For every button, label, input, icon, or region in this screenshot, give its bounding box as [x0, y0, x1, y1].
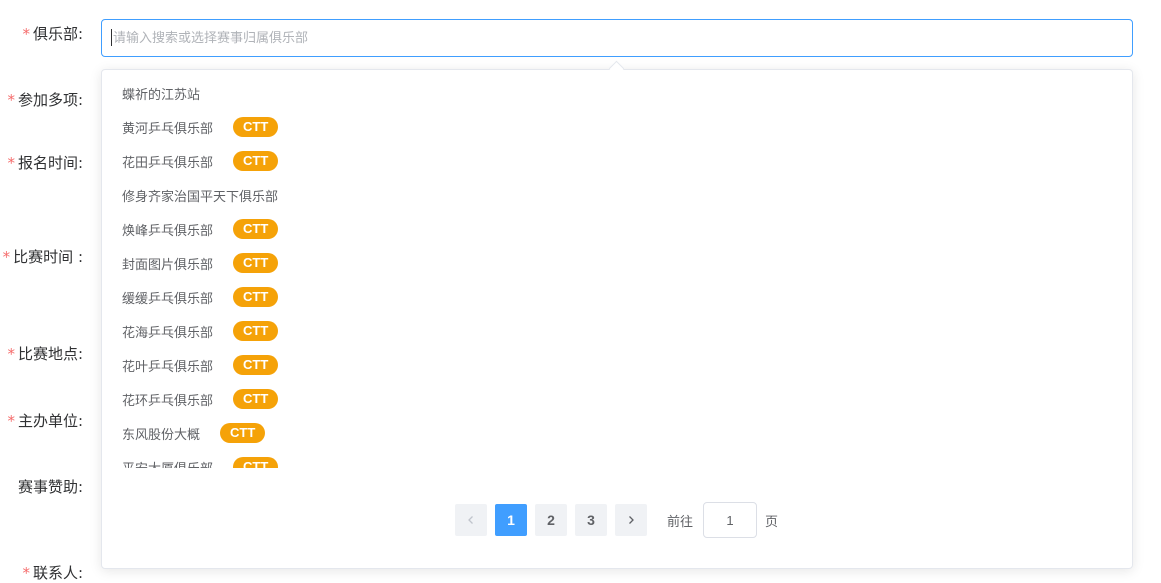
club-option[interactable]: 黄河乒乓俱乐部 CTT — [102, 110, 1132, 144]
ctt-badge: CTT — [233, 287, 279, 307]
ctt-badge: CTT — [233, 457, 279, 468]
club-dropdown: 蝶祈的江苏站 黄河乒乓俱乐部 CTT 花田乒乓俱乐部 CTT 修身齐家治国平天下俱乐… — [101, 69, 1133, 569]
club-option[interactable]: 缓缓乒乓俱乐部 CTT — [102, 280, 1132, 314]
club-option[interactable]: 花田乒乓俱乐部 CTT — [102, 144, 1132, 178]
club-option[interactable]: 花叶乒乓俱乐部 CTT — [102, 348, 1132, 382]
label-match-time: * 比赛时间 : — [2, 248, 83, 266]
ctt-badge: CTT — [233, 151, 279, 171]
page-jumper: 前往 页 — [667, 502, 778, 538]
label-match-location: * 比赛地点: — [7, 345, 83, 363]
club-option-list[interactable]: 蝶祈的江苏站 黄河乒乓俱乐部 CTT 花田乒乓俱乐部 CTT 修身齐家治国平天下俱乐… — [102, 76, 1132, 468]
text-cursor — [111, 29, 112, 46]
club-option[interactable]: 平安大厦俱乐部CTT — [102, 450, 1132, 468]
label-multiple-events: * 参加多项: — [7, 91, 83, 109]
ctt-badge: CTT — [233, 389, 279, 409]
page-button-2[interactable]: 2 — [535, 504, 567, 536]
club-option[interactable]: 修身齐家治国平天下俱乐部 — [102, 178, 1132, 212]
chevron-left-icon — [466, 515, 476, 525]
goto-page-input[interactable] — [703, 502, 758, 538]
page-suffix-label: 页 — [765, 514, 779, 530]
goto-label: 前往 — [667, 514, 694, 530]
prev-page-button[interactable] — [455, 504, 487, 536]
next-page-button[interactable] — [615, 504, 647, 536]
label-organizer: * 主办单位: — [7, 412, 83, 430]
ctt-badge: CTT — [220, 423, 266, 443]
page-button-3[interactable]: 3 — [575, 504, 607, 536]
club-option[interactable]: 封面图片俱乐部 CTT — [102, 246, 1132, 280]
club-option[interactable]: 焕峰乒乓俱乐部 CTT — [102, 212, 1132, 246]
label-sponsor: 赛事赞助: — [17, 478, 83, 496]
ctt-badge: CTT — [233, 253, 279, 273]
chevron-right-icon — [626, 515, 636, 525]
club-option[interactable]: 花环乒乓俱乐部 CTT — [102, 382, 1132, 416]
ctt-badge: CTT — [233, 117, 279, 137]
club-option[interactable]: 花海乒乓俱乐部 CTT — [102, 314, 1132, 348]
page-button-1[interactable]: 1 — [495, 504, 527, 536]
ctt-badge: CTT — [233, 321, 279, 341]
club-option[interactable]: 蝶祈的江苏站 — [102, 76, 1132, 110]
pagination: 1 2 3 前往 页 — [455, 501, 778, 539]
ctt-badge: CTT — [233, 219, 279, 239]
label-registration-time: * 报名时间: — [7, 154, 83, 172]
club-select[interactable] — [101, 19, 1133, 57]
label-contact: * 联系人: — [22, 564, 83, 582]
ctt-badge: CTT — [233, 355, 279, 375]
label-club: * 俱乐部: — [22, 25, 83, 43]
club-search-input[interactable] — [102, 20, 1132, 56]
club-option[interactable]: 东风股份大概 CTT — [102, 416, 1132, 450]
